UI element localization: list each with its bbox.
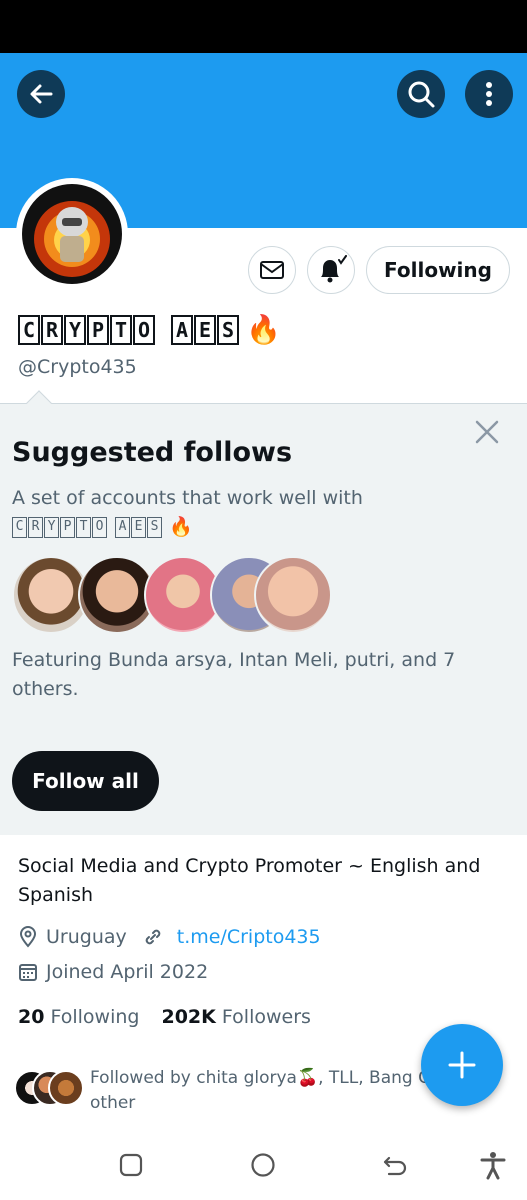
- subtitle-name-letter: R: [28, 517, 43, 538]
- letter-gap: [156, 315, 170, 345]
- display-name-letter: S: [217, 314, 239, 345]
- calendar-icon: [19, 964, 37, 981]
- featuring-text: Featuring Bunda arsya, Intan Meli, putri…: [12, 649, 456, 700]
- home-circle-icon: [251, 1153, 275, 1177]
- back-button[interactable]: [17, 70, 65, 118]
- bell-check-icon: [321, 255, 347, 283]
- subtitle-name-letter: S: [147, 517, 162, 538]
- subtitle-name-letter: Y: [44, 517, 59, 538]
- suggested-avatars[interactable]: [12, 556, 332, 634]
- following-stat-label: Following: [50, 1006, 140, 1028]
- followers-stat-label: Followers: [221, 1006, 311, 1028]
- home-button[interactable]: [246, 1148, 280, 1182]
- following-count: 20: [18, 1006, 45, 1028]
- accessibility-button[interactable]: [476, 1148, 510, 1182]
- message-button[interactable]: [248, 246, 296, 294]
- system-nav-bar: [0, 1130, 527, 1200]
- recent-apps-icon: [119, 1153, 143, 1177]
- subtitle-name-letter: O: [92, 517, 107, 538]
- follow-all-button[interactable]: Follow all: [12, 751, 159, 811]
- subtitle-name-letter: C: [12, 517, 27, 538]
- joined-row: Joined April 2022: [18, 961, 208, 983]
- fire-emoji: 🔥: [246, 313, 281, 346]
- more-options-button[interactable]: [465, 70, 513, 118]
- joined-text: Joined April 2022: [46, 961, 209, 983]
- mail-icon: [260, 261, 284, 279]
- followers-count: 202K: [161, 1006, 216, 1028]
- follower-avatar: [48, 1070, 84, 1106]
- subtitle-name-letter: P: [60, 517, 75, 538]
- location-pin-icon: [19, 926, 37, 948]
- following-stat[interactable]: 20 Following: [18, 1006, 139, 1028]
- display-name-letter: P: [87, 314, 109, 345]
- subtitle-name-letters: CRYPTOAES: [12, 517, 163, 538]
- follow-stats: 20 Following 202K Followers: [18, 1006, 311, 1028]
- close-icon: [475, 420, 499, 444]
- close-suggestions-button[interactable]: [472, 417, 502, 447]
- display-name-letter: Y: [64, 314, 86, 345]
- profile-avatar[interactable]: [16, 178, 128, 290]
- followed-by-avatars: [14, 1070, 84, 1108]
- suggested-follows-title: Suggested follows: [12, 437, 293, 468]
- back-nav-button[interactable]: [378, 1148, 412, 1182]
- location-text: Uruguay: [46, 926, 127, 948]
- subtitle-prefix: A set of accounts that work well with: [12, 487, 363, 509]
- profile-link[interactable]: t.me/Cripto435: [177, 926, 321, 948]
- suggested-follows-subtitle: A set of accounts that work well with CR…: [12, 484, 512, 542]
- link-icon: [145, 929, 161, 945]
- plus-icon: [448, 1051, 476, 1079]
- avatar-image: [22, 184, 122, 284]
- subtitle-name-letter: T: [76, 517, 91, 538]
- recent-apps-button[interactable]: [114, 1148, 148, 1182]
- display-name: CRYPTOAES 🔥: [18, 313, 281, 346]
- subtitle-name-letter: A: [115, 517, 130, 538]
- back-arrow-icon: [30, 84, 53, 104]
- letter-gap: [108, 517, 114, 538]
- accessibility-icon: [480, 1152, 506, 1180]
- display-name-letter: T: [110, 314, 132, 345]
- search-button[interactable]: [397, 70, 445, 118]
- following-button[interactable]: Following: [366, 246, 510, 294]
- display-name-letter: C: [18, 314, 40, 345]
- profile-bio: Social Media and Crypto Promoter ~ Engli…: [18, 855, 481, 906]
- suggested-avatar[interactable]: [254, 556, 332, 634]
- profile-handle: @Crypto435: [18, 356, 137, 378]
- back-nav-icon: [383, 1156, 407, 1176]
- subtitle-fire-emoji: 🔥: [169, 516, 193, 538]
- search-icon: [408, 81, 435, 108]
- location-row: Uruguay t.me/Cripto435: [18, 926, 321, 948]
- subtitle-name-letter: E: [131, 517, 146, 538]
- display-name-letters: CRYPTOAES: [18, 314, 240, 345]
- compose-button[interactable]: [421, 1024, 503, 1106]
- followers-stat[interactable]: 202K Followers: [161, 1006, 310, 1028]
- display-name-letter: E: [194, 314, 216, 345]
- status-bar: [0, 0, 527, 53]
- more-vertical-icon: [486, 82, 492, 106]
- notifications-button[interactable]: [307, 246, 355, 294]
- display-name-letter: R: [41, 314, 63, 345]
- display-name-letter: A: [171, 314, 193, 345]
- display-name-letter: O: [133, 314, 155, 345]
